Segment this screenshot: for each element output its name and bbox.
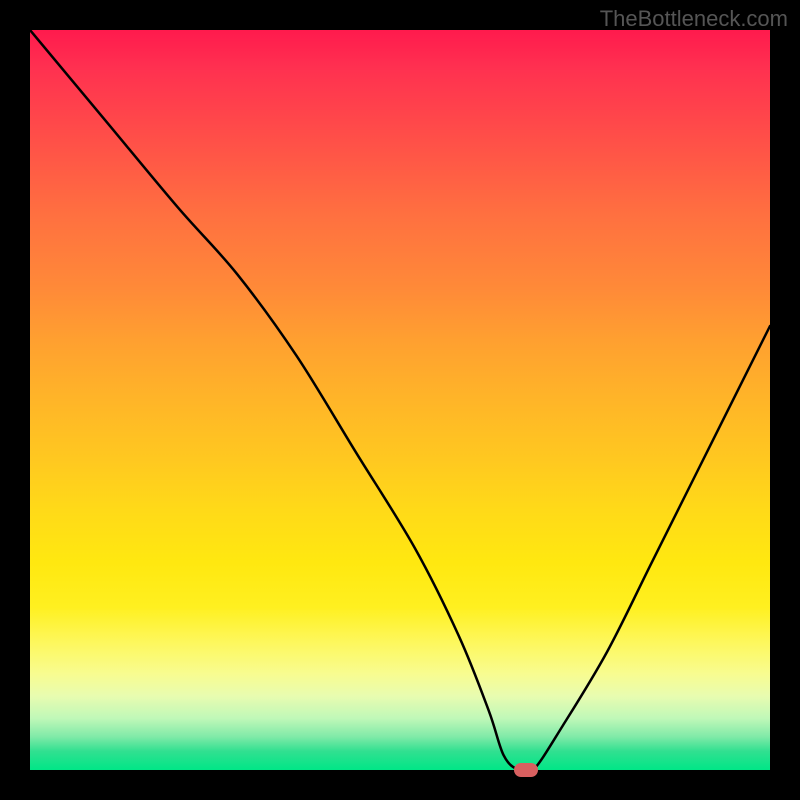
plot-area (30, 30, 770, 770)
watermark-text: TheBottleneck.com (600, 6, 788, 32)
optimal-marker (514, 763, 538, 777)
bottleneck-curve (30, 30, 770, 770)
